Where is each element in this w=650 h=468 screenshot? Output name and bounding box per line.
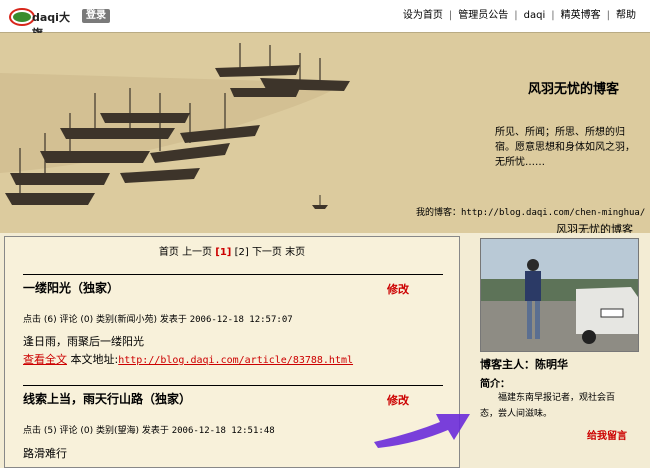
blog-intro: 所见、所闻；所思、所想的归宿。愿意思想和身体如风之羽，无所忧…… [495,127,635,168]
sidebar: 博客主人：陈明华 简介： 福建东南早报记者，观社会百态，尝人间滋味。 给我留言 [476,236,644,456]
nav-elite-blogs[interactable]: 精英博客 [561,10,601,21]
edit-button[interactable]: 修改 [387,281,409,297]
pager-page-2[interactable]: 2 [238,247,244,258]
post-meta: 点击 (6) 评论 (0) 类别(新闻小苑) 发表于 2006-12-18 12… [23,312,293,325]
nav-admin-notice[interactable]: 管理员公告 [458,10,508,21]
bio-text: 福建东南早报记者，观社会百态，尝人间滋味。 [480,393,616,419]
post-date: 2006-12-18 12:51:48 [171,426,275,436]
post-address-link[interactable]: http://blog.daqi.com/article/83788.html [118,355,353,366]
post-links: 查看全文 本文地址:http://blog.daqi.com/article/8… [23,351,353,367]
post-stats: 点击 (5) 评论 (0) 类别(望海) 发表于 [23,426,169,436]
post-meta: 点击 (5) 评论 (0) 类别(望海) 发表于 2006-12-18 12:5… [23,423,275,436]
blog-owner: 博客主人：陈明华 [480,358,568,371]
login-button[interactable]: 登录 [82,9,110,23]
post-stats: 点击 (6) 评论 (0) 类别(新闻小苑) 发表于 [23,315,187,325]
pager: 首页 上一页 [1] [2] 下一页 末页 [158,247,306,258]
banner: 风羽无忧的博客 所见、所闻；所思、所想的归宿。愿意思想和身体如风之羽，无所忧……… [0,33,650,233]
annotation-arrow-icon [374,414,470,448]
leave-message-link[interactable]: 给我留言 [587,427,627,442]
read-more-link[interactable]: 查看全文 [23,353,67,366]
pager-first[interactable]: 首页 [159,247,179,258]
top-bar: daqi大旗 登录 设为首页|管理员公告|daqi|精英博客|帮助 [0,0,650,40]
post-title[interactable]: 一缕阳光（独家） [23,279,119,296]
top-nav: 设为首页 | 管理员公告 | daqi | 精英博客 | 帮助 [402,10,636,21]
pager-last[interactable]: 末页 [285,247,305,258]
nav-set-homepage[interactable]: 设为首页 [403,10,443,21]
nav-daqi[interactable]: daqi [524,10,546,21]
blog-url[interactable]: http://blog.daqi.com/chen-minghua/ [461,208,645,218]
blog-url-line: 我的博客：http://blog.daqi.com/chen-minghua/ [416,205,645,218]
blog-url-label: 我的博客： [416,208,462,218]
post-excerpt: 逢日雨，雨聚后一缕阳光 [23,335,144,348]
pager-next[interactable]: 下一页 [252,247,282,258]
blog-name-repeat: 风羽无忧的博客 [556,223,633,233]
pager-prev[interactable]: 上一页 [182,247,212,258]
post-address-label: 本文地址: [70,353,119,366]
post-date: 2006-12-18 12:57:07 [189,315,293,325]
divider [23,274,443,275]
owner-photo [480,238,639,352]
blog-title: 风羽无忧的博客 [528,82,620,97]
divider [23,385,443,386]
pager-page-1[interactable]: 1 [220,247,227,258]
nav-help[interactable]: 帮助 [616,10,636,21]
bio-label: 简介： [480,379,510,390]
post-title[interactable]: 线索上当，雨天行山路（独家） [23,390,191,407]
daqi-logo[interactable]: daqi大旗 [8,3,72,40]
post-excerpt: 路滑难行 [23,447,67,460]
